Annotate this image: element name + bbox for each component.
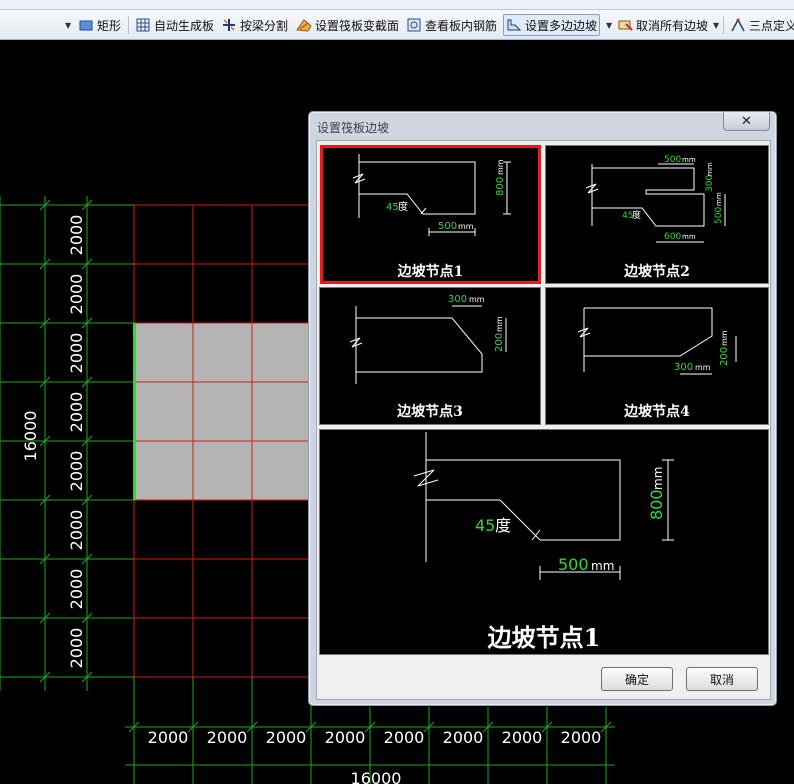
close-icon: ✕ bbox=[741, 113, 752, 129]
close-button[interactable]: ✕ bbox=[723, 112, 770, 131]
chevron-down-icon: ▼ bbox=[65, 20, 72, 30]
row-dim-label: 2000 bbox=[67, 628, 86, 669]
set-multi-edge-slope-button[interactable]: 设置多边边坡 bbox=[503, 14, 601, 36]
svg-text:mm: mm bbox=[695, 363, 711, 372]
rectangle-button[interactable]: 矩形 bbox=[76, 14, 123, 36]
dialog-title: 设置筏板边坡 bbox=[317, 121, 390, 135]
svg-text:mm: mm bbox=[720, 330, 729, 346]
slope-node-1-option[interactable]: 45 度 500 mm 800 mm 边坡节点1 bbox=[320, 145, 541, 284]
row-dim-label: 2000 bbox=[67, 392, 86, 433]
preview-width-unit: mm bbox=[591, 559, 614, 573]
svg-text:mm: mm bbox=[682, 233, 696, 241]
slope-icon bbox=[506, 17, 522, 33]
section-icon bbox=[296, 17, 312, 33]
col-dim-label: 2000 bbox=[502, 728, 543, 747]
ok-button[interactable]: 确定 bbox=[601, 667, 673, 691]
svg-text:mm: mm bbox=[469, 295, 485, 304]
preview-height-value: 800 bbox=[647, 489, 666, 520]
toolbar: ▼ 矩形 自动生成板 按梁分割 设置筏板变截面 查看板内钢筋 设置多边边坡 ▼ … bbox=[0, 10, 794, 40]
row-dim-label: 2000 bbox=[67, 215, 86, 256]
svg-text:200: 200 bbox=[494, 333, 505, 352]
cancel-all-slopes-label: 取消所有边坡 bbox=[636, 18, 709, 33]
svg-text:600: 600 bbox=[664, 232, 681, 242]
preview-angle-value: 45 bbox=[475, 516, 495, 535]
dialog-body: 45 度 500 mm 800 mm 边坡节点1 500 mm 300 mm 5… bbox=[316, 140, 771, 700]
col-dim-label: 2000 bbox=[443, 728, 484, 747]
slope-options-dropdown[interactable]: ▼ bbox=[601, 14, 614, 36]
view-slab-rebar-label: 查看板内钢筋 bbox=[425, 18, 498, 33]
draw-mode-dropdown[interactable]: ▼ bbox=[60, 14, 73, 36]
preview-title: 边坡节点1 bbox=[487, 623, 601, 652]
split-icon bbox=[221, 17, 237, 33]
split-by-beam-button[interactable]: 按梁分割 bbox=[219, 14, 290, 36]
view-slab-rebar-button[interactable]: 查看板内钢筋 bbox=[404, 14, 499, 36]
svg-text:mm: mm bbox=[496, 159, 505, 175]
toolbar-separator bbox=[723, 16, 724, 34]
col-dim-label: 2000 bbox=[148, 728, 189, 747]
svg-text:500: 500 bbox=[714, 207, 724, 224]
slab-slope-dialog: 设置筏板边坡 ✕ 45 度 500 mm 800 mm 边坡节点1 500 mm… bbox=[308, 111, 777, 706]
svg-text:mm: mm bbox=[682, 156, 696, 164]
slope-node-4-option[interactable]: 300 mm 200 mm 边坡节点4 bbox=[545, 287, 769, 425]
svg-text:mm: mm bbox=[458, 222, 474, 231]
total-horizontal-dim-label: 16000 bbox=[351, 769, 402, 784]
col-dim-label: 2000 bbox=[561, 728, 602, 747]
three-point-define-button[interactable]: 三点定义 bbox=[728, 14, 794, 36]
cancel-slope-icon bbox=[617, 17, 633, 33]
row-dim-label: 2000 bbox=[67, 451, 86, 492]
toolbar-separator bbox=[128, 16, 129, 34]
chevron-down-icon: ▼ bbox=[606, 20, 613, 30]
svg-text:度: 度 bbox=[398, 200, 408, 213]
set-slab-section-label: 设置筏板变截面 bbox=[315, 18, 400, 33]
auto-generate-slab-button[interactable]: 自动生成板 bbox=[133, 14, 216, 36]
row-dim-label: 2000 bbox=[67, 569, 86, 610]
rectangle-icon bbox=[78, 17, 94, 33]
selected-slab-region[interactable] bbox=[134, 323, 310, 500]
cancel-button[interactable]: 取消 bbox=[686, 667, 758, 691]
three-point-icon bbox=[730, 17, 746, 33]
cancel-all-slopes-button[interactable]: 取消所有边坡 bbox=[615, 14, 710, 36]
angle-label: 45 bbox=[386, 202, 399, 213]
preview-height-unit: mm bbox=[651, 467, 665, 490]
slope-node-3-label: 边坡节点3 bbox=[397, 404, 463, 420]
split-by-beam-label: 按梁分割 bbox=[240, 18, 289, 33]
svg-text:mm: mm bbox=[495, 316, 504, 332]
svg-text:mm: mm bbox=[706, 162, 714, 176]
slope-node-3-option[interactable]: 300 mm 200 mm 边坡节点3 bbox=[319, 287, 541, 425]
rebar-view-icon bbox=[406, 17, 422, 33]
set-multi-edge-slope-label: 设置多边边坡 bbox=[525, 18, 598, 33]
slope-node-1-label: 边坡节点1 bbox=[397, 264, 464, 280]
slope-node-2-label: 边坡节点2 bbox=[624, 264, 690, 280]
ribbon-top-row bbox=[0, 0, 794, 10]
grid-icon bbox=[135, 17, 151, 33]
auto-generate-slab-label: 自动生成板 bbox=[154, 18, 215, 33]
preview-angle-unit: 度 bbox=[495, 516, 511, 535]
col-dim-label: 2000 bbox=[384, 728, 425, 747]
svg-text:200: 200 bbox=[719, 347, 730, 366]
svg-text:mm: mm bbox=[715, 192, 723, 206]
row-dim-label: 2000 bbox=[67, 333, 86, 374]
chevron-down-icon: ▼ bbox=[713, 20, 720, 30]
col-dim-label: 2000 bbox=[207, 728, 248, 747]
three-point-define-label: 三点定义 bbox=[749, 18, 794, 33]
preview-width-value: 500 bbox=[558, 555, 589, 574]
red-grid bbox=[133, 204, 310, 678]
svg-text:300: 300 bbox=[448, 294, 467, 305]
svg-text:300: 300 bbox=[674, 362, 693, 373]
svg-text:800: 800 bbox=[495, 177, 506, 196]
rectangle-label: 矩形 bbox=[97, 18, 122, 33]
row-dim-label: 2000 bbox=[67, 274, 86, 315]
set-slab-section-button[interactable]: 设置筏板变截面 bbox=[294, 14, 401, 36]
slope-node-preview: 45 度 500 mm 800 mm 边坡节点1 bbox=[319, 429, 769, 655]
slope-node-2-option[interactable]: 500 mm 300 mm 500 mm 45 度 600 mm 边坡节点2 bbox=[545, 145, 769, 284]
col-dim-label: 2000 bbox=[325, 728, 366, 747]
svg-text:500: 500 bbox=[438, 221, 457, 232]
total-vertical-dim-label: 16000 bbox=[21, 411, 40, 462]
svg-text:300: 300 bbox=[705, 175, 715, 192]
slope-node-4-label: 边坡节点4 bbox=[624, 404, 690, 420]
col-dim-label: 2000 bbox=[266, 728, 307, 747]
cancel-options-dropdown[interactable]: ▼ bbox=[708, 14, 721, 36]
svg-text:度: 度 bbox=[632, 209, 641, 221]
row-dim-label: 2000 bbox=[67, 510, 86, 551]
